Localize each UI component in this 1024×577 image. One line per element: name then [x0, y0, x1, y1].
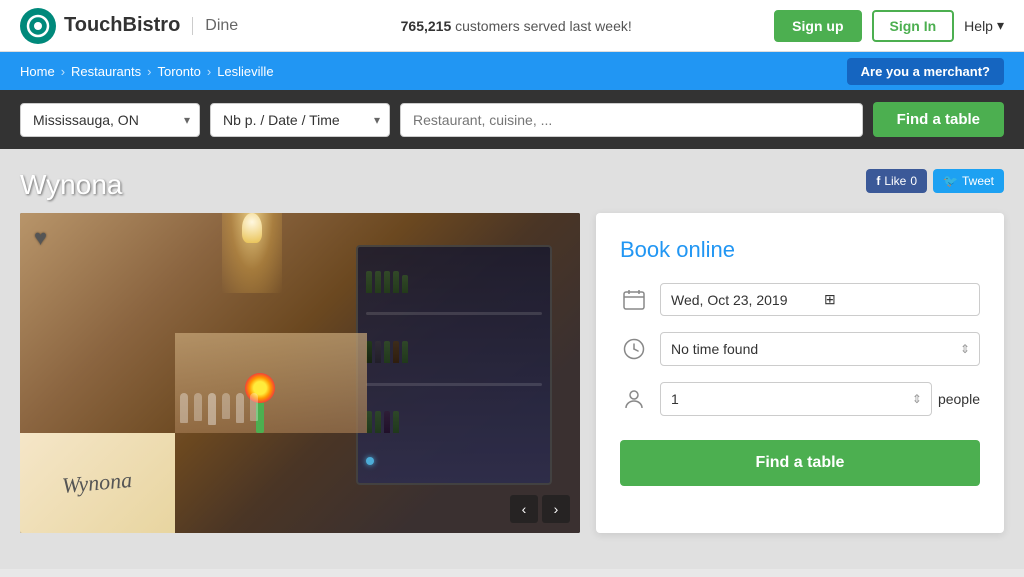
signin-button[interactable]: Sign In	[872, 10, 955, 42]
location-select-wrapper: Mississauga, ON	[20, 103, 200, 137]
top-navigation: TouchBistro Dine 765,215 customers serve…	[0, 0, 1024, 52]
photo-prev-button[interactable]: ‹	[510, 495, 538, 523]
breadcrumb-sep-2: ›	[147, 64, 151, 79]
time-select-wrapper: No time found	[660, 332, 980, 366]
twitter-icon: 🐦	[943, 174, 958, 188]
date-field: Wed, Oct 23, 2019 ⊞	[620, 283, 980, 316]
time-select[interactable]: No time found	[660, 332, 980, 366]
restaurant-photo-area: ♥ Wynona ‹ ›	[20, 213, 580, 533]
clock-icon	[620, 335, 648, 363]
restaurant-header: Wynona f Like 0 🐦 Tweet	[20, 169, 1004, 201]
date-value: Wed, Oct 23, 2019	[671, 292, 816, 308]
breadcrumb-city[interactable]: Toronto	[157, 64, 200, 79]
social-buttons: f Like 0 🐦 Tweet	[866, 169, 1004, 193]
restaurant-name: Wynona	[20, 169, 122, 201]
touchbistro-logo-icon	[20, 8, 56, 44]
logo-area: TouchBistro Dine	[20, 8, 238, 44]
like-label: Like	[884, 174, 906, 188]
signup-button[interactable]: Sign up	[774, 10, 861, 42]
breadcrumb-restaurants[interactable]: Restaurants	[71, 64, 141, 79]
help-label: Help	[964, 18, 993, 34]
booking-panel: Book online Wed, Oct 23, 2019 ⊞	[596, 213, 1004, 533]
photo-next-button[interactable]: ›	[542, 495, 570, 523]
booking-find-table-button[interactable]: Find a table	[620, 440, 980, 486]
top-nav-actions: Sign up Sign In Help ▾	[774, 10, 1004, 42]
logo-text: TouchBistro	[64, 14, 180, 37]
breadcrumb-bar: Home › Restaurants › Toronto › Leslievil…	[0, 52, 1024, 90]
main-content: Wynona f Like 0 🐦 Tweet	[0, 149, 1024, 569]
help-chevron-icon: ▾	[997, 17, 1004, 34]
date-time-select[interactable]: Nb p. / Date / Time	[210, 103, 390, 137]
people-select-wrapper: 1 2 3 4 5 6	[660, 382, 932, 416]
breadcrumb-sep-1: ›	[61, 64, 65, 79]
stats-text: 765,215 customers served last week!	[258, 18, 774, 34]
people-label: people	[938, 391, 980, 407]
wine-glasses	[180, 393, 258, 425]
content-row: ♥ Wynona ‹ › Book online	[20, 213, 1004, 533]
date-select-wrapper: Nb p. / Date / Time	[210, 103, 390, 137]
photo-navigation: ‹ ›	[510, 495, 570, 523]
location-select[interactable]: Mississauga, ON	[20, 103, 200, 137]
like-count: 0	[910, 174, 917, 188]
calendar-grid-icon: ⊞	[824, 291, 969, 308]
breadcrumb: Home › Restaurants › Toronto › Leslievil…	[20, 64, 274, 79]
tweet-label: Tweet	[962, 174, 994, 188]
twitter-tweet-button[interactable]: 🐦 Tweet	[933, 169, 1004, 193]
booking-title: Book online	[620, 237, 980, 263]
logo-thumbnail: Wynona	[20, 433, 175, 533]
restaurant-search-input[interactable]	[400, 103, 863, 137]
wynona-script-logo: Wynona	[61, 467, 133, 499]
find-table-button[interactable]: Find a table	[873, 102, 1004, 137]
breadcrumb-home[interactable]: Home	[20, 64, 55, 79]
facebook-icon: f	[876, 174, 880, 188]
people-select[interactable]: 1 2 3 4 5 6	[660, 382, 932, 416]
people-field: 1 2 3 4 5 6 people	[620, 382, 980, 416]
heart-icon: ♥	[34, 225, 47, 250]
merchant-button[interactable]: Are you a merchant?	[847, 58, 1004, 85]
people-wrapper: 1 2 3 4 5 6 people	[660, 382, 980, 416]
person-icon	[620, 385, 648, 413]
stats-suffix: customers served last week!	[451, 18, 632, 34]
breadcrumb-sep-3: ›	[207, 64, 211, 79]
breadcrumb-neighborhood[interactable]: Leslieville	[217, 64, 273, 79]
date-input[interactable]: Wed, Oct 23, 2019 ⊞	[660, 283, 980, 316]
time-field: No time found	[620, 332, 980, 366]
calendar-icon	[620, 286, 648, 314]
search-bar: Mississauga, ON Nb p. / Date / Time Find…	[0, 90, 1024, 149]
stats-number: 765,215	[401, 18, 452, 34]
wine-fridge	[356, 245, 552, 485]
favorite-button[interactable]: ♥	[34, 225, 47, 251]
facebook-like-button[interactable]: f Like 0	[866, 169, 927, 193]
help-dropdown[interactable]: Help ▾	[964, 17, 1004, 34]
dine-label: Dine	[192, 17, 238, 35]
